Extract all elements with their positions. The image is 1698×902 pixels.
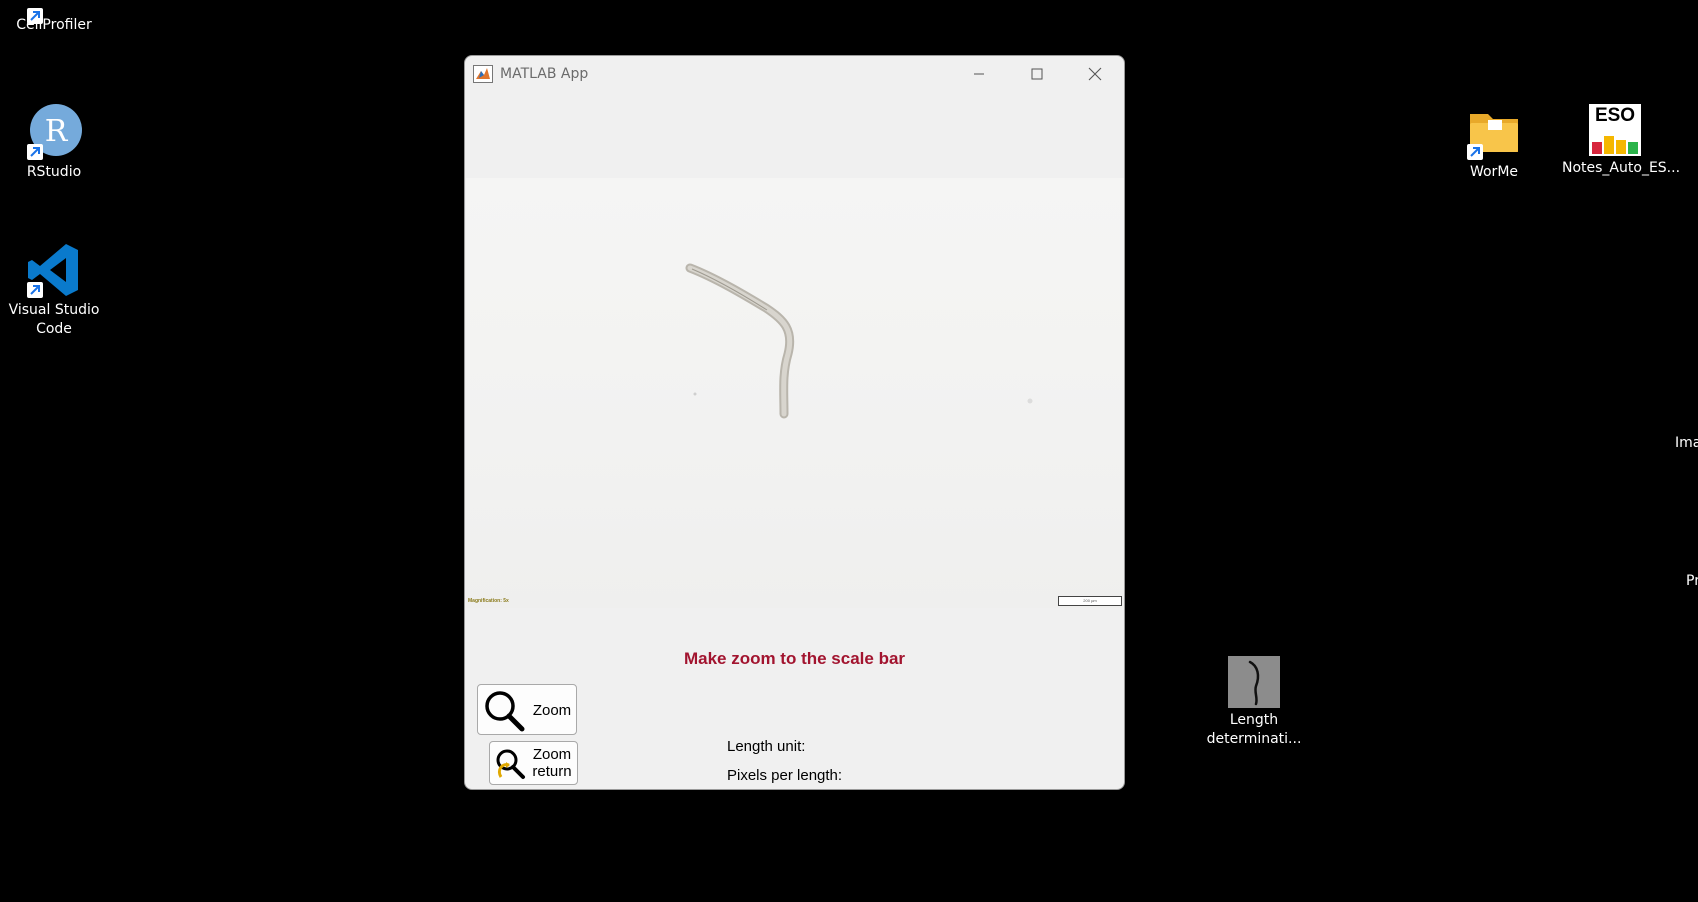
maximize-icon bbox=[1031, 68, 1043, 80]
zoom-return-icon bbox=[493, 747, 527, 785]
desktop-icon-label: Notes_Auto_ES... bbox=[1562, 160, 1681, 176]
desktop-icon-vscode[interactable]: Visual Studio Code bbox=[2, 242, 106, 339]
instruction-message: Make zoom to the scale bar bbox=[683, 649, 906, 668]
rstudio-letter: R bbox=[45, 114, 69, 149]
minimize-icon bbox=[974, 73, 984, 75]
worm-thumbnail-icon bbox=[1228, 656, 1280, 708]
desktop-icon-label: Visual Studio Code bbox=[8, 302, 100, 337]
edge-label-ima[interactable]: Ima bbox=[1675, 435, 1698, 451]
zoom-button[interactable]: Zoom bbox=[477, 684, 577, 735]
zoom-return-button[interactable]: Zoom return bbox=[489, 741, 578, 785]
rstudio-icon: R bbox=[26, 104, 82, 160]
magnification-label: Magnification: 5x bbox=[468, 598, 509, 604]
scale-bar: 200 µm bbox=[1058, 596, 1122, 606]
desktop-icon-notes-auto-eso[interactable]: ESO Notes_Auto_ES... bbox=[1562, 104, 1681, 178]
desktop-icon-worme[interactable]: WorMe bbox=[1442, 104, 1546, 182]
window-title: MATLAB App bbox=[500, 66, 589, 82]
desktop-icon-rstudio[interactable]: R RStudio bbox=[2, 104, 106, 182]
desktop-icon-label: RStudio bbox=[26, 164, 82, 180]
desktop-icon-label: Length determinati... bbox=[1206, 712, 1302, 747]
length-unit-label: Length unit: bbox=[727, 738, 806, 755]
pixels-per-length-label: Pixels per length: bbox=[727, 767, 843, 784]
worm-image bbox=[685, 263, 1033, 419]
desktop-icon-length-determination[interactable]: Length determinati... bbox=[1202, 656, 1306, 749]
desktop-icon-label: WorMe bbox=[1469, 164, 1519, 180]
close-button[interactable] bbox=[1066, 56, 1124, 92]
eso-icon: ESO bbox=[1589, 104, 1641, 156]
title-bar[interactable]: MATLAB App bbox=[465, 56, 1124, 92]
matlab-logo-icon bbox=[473, 65, 493, 88]
zoom-button-label: Zoom bbox=[532, 702, 572, 719]
folder-icon bbox=[1466, 104, 1522, 160]
magnifier-icon bbox=[482, 689, 526, 737]
minimize-button[interactable] bbox=[950, 56, 1008, 92]
matlab-app-window: MATLAB App Magnification: 5x 200 µm Make… bbox=[464, 55, 1125, 790]
vscode-icon bbox=[26, 242, 82, 298]
close-icon bbox=[1088, 67, 1102, 81]
maximize-button[interactable] bbox=[1008, 56, 1066, 92]
edge-label-pr[interactable]: Pr bbox=[1686, 573, 1698, 589]
zoom-return-button-label: Zoom return bbox=[532, 746, 572, 780]
cellprofiler-icon bbox=[26, 0, 82, 38]
image-display[interactable]: Magnification: 5x 200 µm bbox=[466, 178, 1124, 608]
desktop-icon-cellprofiler[interactable]: CellProfiler bbox=[2, 0, 106, 35]
